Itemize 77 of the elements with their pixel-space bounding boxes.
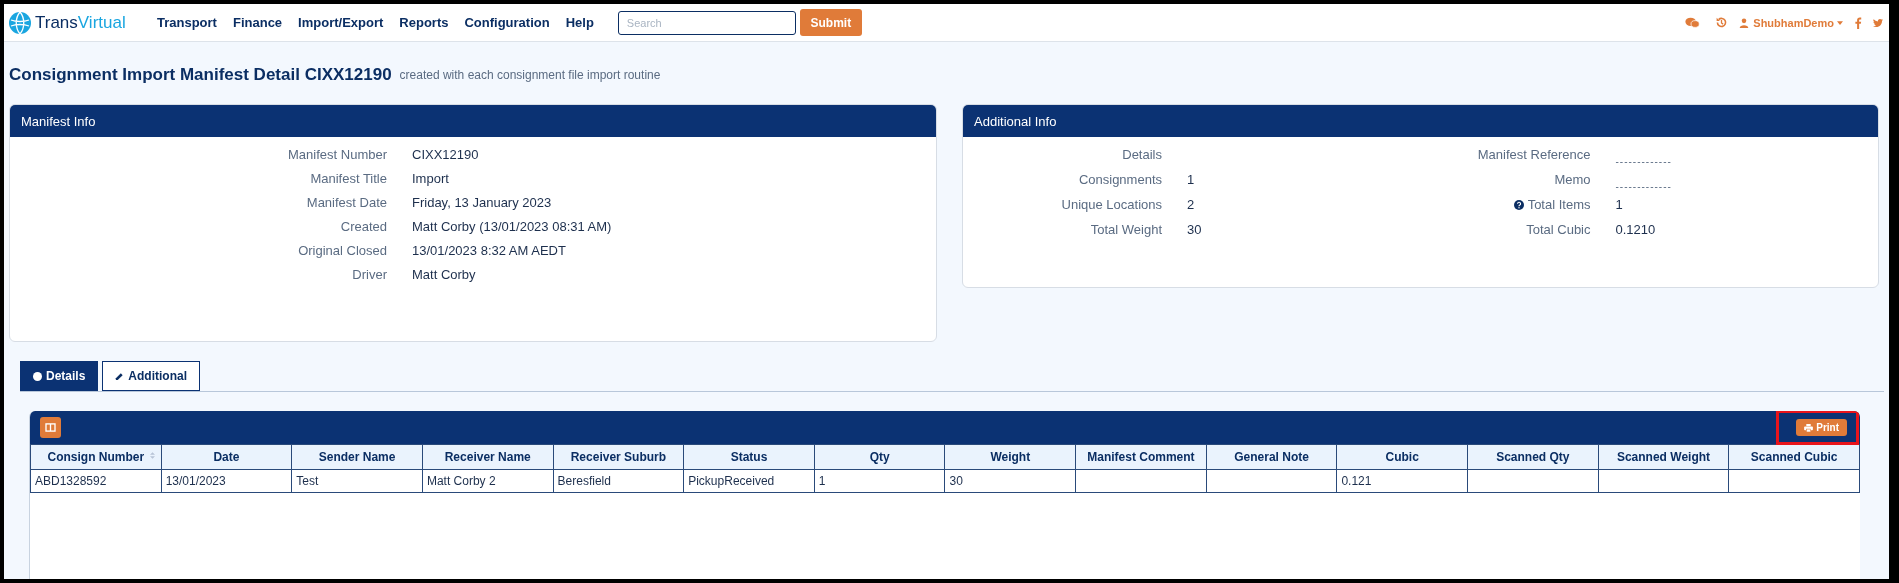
user-icon [1739, 16, 1750, 29]
column-header[interactable]: Weight [945, 444, 1076, 470]
column-header[interactable]: General Note [1206, 444, 1337, 470]
twitter-icon[interactable] [1873, 16, 1883, 29]
chat-bubbles-icon[interactable] [1685, 16, 1701, 29]
field-label: Driver [351, 265, 387, 284]
field-value: ------------- [1615, 180, 1673, 192]
table-cell: Matt Corby 2 [426, 474, 496, 488]
column-header[interactable]: Scanned Cubic [1728, 444, 1860, 470]
field-label: Memo [1554, 172, 1591, 187]
table-cell: ABD1328592 [35, 474, 107, 488]
caret-icon [1837, 20, 1843, 25]
field-label: Total Weight [1089, 221, 1162, 239]
table-cell: 13/01/2023 [165, 474, 226, 488]
column-header[interactable]: Receiver Suburb [553, 444, 684, 470]
column-header[interactable]: Cubic [1336, 444, 1468, 470]
table-cell: 1 [818, 474, 826, 488]
table-cell: Test [296, 474, 319, 488]
field-label: Total Cubic [1526, 222, 1591, 237]
field-value: ------------- [1615, 155, 1673, 167]
column-header[interactable]: Scanned Qty [1467, 444, 1599, 470]
pencil-icon [115, 371, 125, 381]
field-value: 2 [1187, 196, 1196, 214]
field-label: Manifest Title [309, 169, 387, 188]
field-value: 1 [1187, 171, 1196, 189]
page-subtitle: created with each consignment file import routine [399, 68, 661, 82]
field-value: 30 [1187, 221, 1203, 239]
nav-menu-item[interactable]: Finance [232, 15, 283, 30]
field-label: Original Closed [297, 241, 387, 260]
page-title: Consignment Import Manifest Detail CIXX12190 [9, 65, 392, 85]
columns-button[interactable] [40, 417, 61, 438]
field-label: Manifest Reference [1477, 147, 1591, 162]
table-cell: 0.121 [1341, 474, 1372, 488]
nav-menu-item[interactable]: Help [565, 15, 594, 30]
field-value: Matt Corby [412, 265, 477, 284]
field-value: Import [412, 169, 450, 188]
panel-header: Manifest Info [10, 105, 936, 137]
field-value: 13/01/2023 8:32 AM AEDT [412, 241, 567, 260]
globe-logo-icon [8, 10, 32, 35]
field-label: Manifest Number [287, 145, 387, 164]
column-header[interactable]: Receiver Name [422, 444, 554, 470]
search-field[interactable]: Search [617, 10, 796, 35]
nav-menu-item[interactable]: Reports [399, 15, 449, 30]
table-cell: 30 [949, 474, 963, 488]
tab[interactable]: Additional [102, 361, 201, 391]
field-label: Details [1121, 146, 1162, 164]
brand-logo-text: TransVirtual [35, 12, 126, 33]
nav-menu-item[interactable]: Import/Export [298, 15, 384, 30]
column-header[interactable]: Qty [814, 444, 945, 470]
column-header[interactable]: Date [161, 444, 292, 470]
column-header[interactable]: Consign Number [30, 444, 162, 470]
field-label: Total Items [1527, 197, 1591, 212]
facebook-icon[interactable] [1853, 16, 1863, 29]
table-cell: PickupReceived [688, 474, 775, 488]
help-icon[interactable] [1513, 199, 1524, 210]
column-header[interactable]: Manifest Comment [1075, 444, 1207, 470]
field-value: Friday, 13 January 2023 [412, 193, 553, 212]
field-value: 1 [1615, 196, 1624, 214]
sort-icon [149, 452, 155, 459]
table-cell: Beresfield [557, 474, 611, 488]
field-label: Manifest Date [305, 193, 387, 212]
field-value: CIXX12190 [412, 145, 480, 164]
tab[interactable]: Details [20, 361, 99, 391]
field-value: 0.1210 [1615, 221, 1657, 239]
field-label: Consignments [1077, 171, 1162, 189]
columns-icon [45, 423, 56, 432]
column-header[interactable]: Sender Name [291, 444, 423, 470]
field-value: Matt Corby (13/01/2023 08:31 AM) [412, 217, 613, 236]
nav-menu-item[interactable]: Configuration [464, 15, 550, 30]
printer-icon [1804, 423, 1814, 432]
nav-menu-item[interactable]: Transport [157, 15, 217, 30]
circle-icon [33, 371, 42, 381]
column-header[interactable]: Scanned Weight [1598, 444, 1729, 470]
field-label: Created [339, 217, 387, 236]
column-header[interactable]: Status [683, 444, 815, 470]
panel-header: Additional Info [963, 105, 1878, 137]
field-label: Unique Locations [1060, 196, 1162, 214]
